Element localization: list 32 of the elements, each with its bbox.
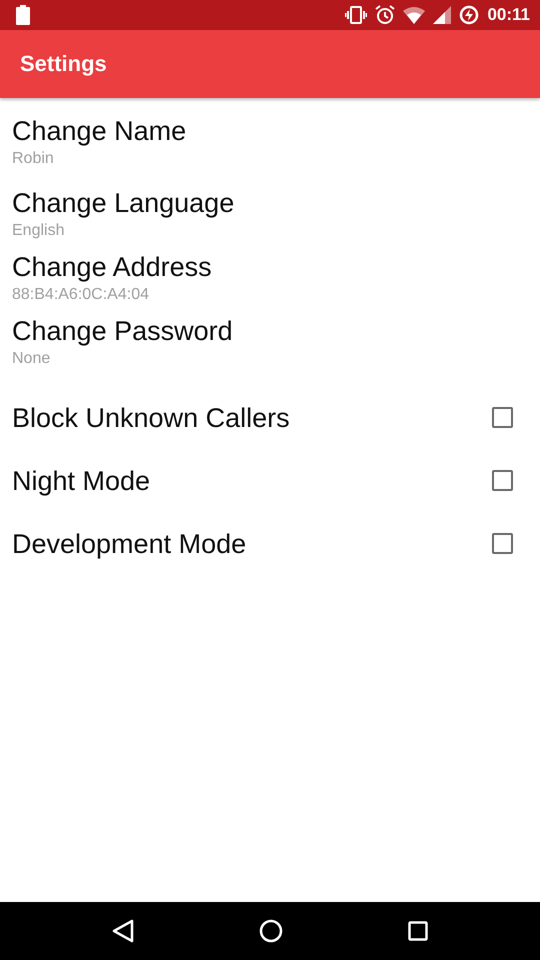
setting-title: Development Mode [12,528,246,560]
battery-icon [16,5,30,25]
home-icon[interactable] [258,919,283,943]
signal-icon [433,6,452,24]
wifi-icon [403,6,426,24]
setting-title: Change Language [12,187,236,220]
data-saver-icon [459,5,480,25]
alarm-icon [375,5,396,25]
setting-title: Change Name [12,115,188,148]
setting-summary: English [12,221,66,241]
settings-item[interactable]: Block Unknown Callers [12,386,540,449]
checkbox[interactable] [492,407,513,428]
checkbox[interactable] [492,470,513,491]
vibrate-icon [345,6,368,24]
setting-summary: 88:B4:A6:0C:A4:04 [12,285,150,305]
setting-summary: Robin [12,149,55,169]
recents-icon[interactable] [408,921,428,941]
settings-item[interactable]: Change Address 88:B4:A6:0C:A4:04 [12,246,540,310]
checkbox[interactable] [492,533,513,554]
setting-title: Block Unknown Callers [12,402,290,434]
settings-item[interactable]: Night Mode [12,449,540,512]
app-bar-title: Settings [20,51,107,77]
back-icon[interactable] [112,919,134,943]
setting-title: Change Password [12,315,234,348]
settings-item[interactable]: Change Password None [12,310,540,374]
settings-item[interactable]: Change Name Robin [12,98,540,182]
setting-title: Night Mode [12,464,150,498]
clock-time: 00:11 [487,5,530,25]
settings-item[interactable]: Change Language English [12,182,540,246]
setting-title: Change Address [12,251,213,284]
settings-item[interactable]: Development Mode [12,512,540,575]
setting-summary: None [12,349,52,369]
